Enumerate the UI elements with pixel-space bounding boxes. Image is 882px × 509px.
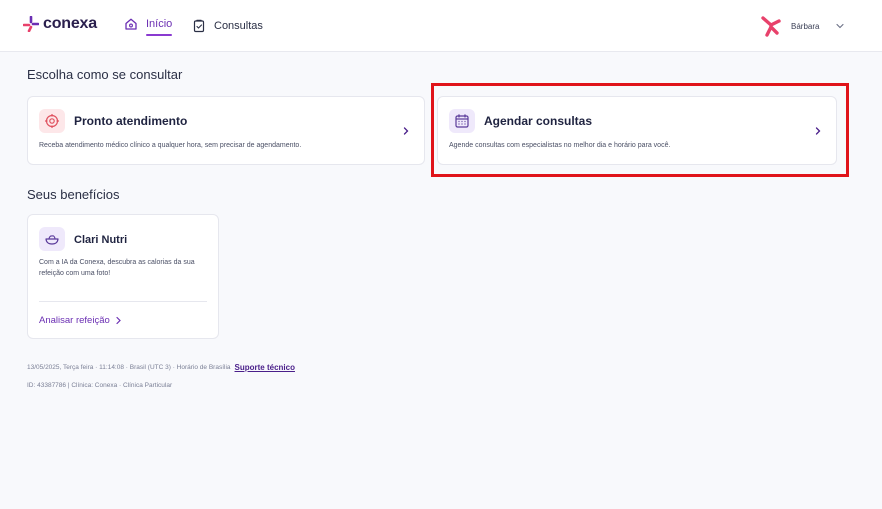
card-title: Agendar consultas	[484, 114, 593, 128]
suporte-tecnico-link[interactable]: Suporte técnico	[235, 363, 295, 372]
pronto-atendimento-card[interactable]: Pronto atendimento Receba atendimento mé…	[27, 96, 425, 165]
target-icon	[39, 109, 65, 133]
clipboard-icon	[193, 19, 205, 33]
footer-info: 13/05/2025, Terça feira · 11:14:08 · Bra…	[27, 363, 295, 372]
chevron-right-icon	[116, 316, 121, 325]
nav-item-consultas[interactable]: Consultas	[192, 19, 263, 33]
conexa-logo-icon	[23, 16, 39, 32]
active-tab-underline	[146, 34, 173, 36]
logo-text: conexa	[43, 15, 97, 32]
benefits-section-title: Seus benefícios	[27, 187, 120, 202]
user-menu[interactable]: Bárbara	[759, 14, 845, 38]
card-title: Pronto atendimento	[74, 114, 188, 128]
footer-ids: ID: 43387786 | Clínica: Conexa · Clínica…	[27, 382, 173, 389]
top-header: conexa Início Consultas Bárbara	[0, 0, 882, 52]
chevron-down-icon[interactable]	[835, 21, 845, 31]
card-description: Receba atendimento médico clínico a qual…	[39, 142, 302, 149]
nav-inicio-label: Início	[146, 18, 173, 36]
divider	[39, 301, 207, 302]
analisar-refeicao-link[interactable]: Analisar refeição	[39, 315, 122, 326]
clari-nutri-card: Clari Nutri Com a IA da Conexa, descubra…	[27, 214, 219, 339]
bowl-icon	[39, 227, 65, 251]
benefit-title: Clari Nutri	[74, 234, 128, 246]
agendar-consultas-card[interactable]: Agendar consultas Agende consultas com e…	[437, 96, 837, 165]
link-label: Analisar refeição	[39, 315, 110, 326]
nav-consultas-label: Consultas	[214, 20, 263, 32]
user-avatar-icon	[761, 16, 781, 37]
calendar-icon	[449, 109, 475, 133]
conexa-logo[interactable]: conexa	[23, 15, 97, 33]
card-description: Agende consultas com especialistas no me…	[449, 142, 671, 149]
home-icon	[125, 18, 137, 30]
chevron-right-icon	[403, 127, 409, 135]
benefit-description: Com a IA da Conexa, descubra as calorias…	[39, 259, 195, 277]
user-name: Bárbara	[791, 21, 820, 31]
chevron-right-icon	[815, 127, 821, 135]
choose-section-title: Escolha como se consultar	[27, 67, 183, 82]
nav-item-inicio[interactable]: Início	[124, 17, 173, 36]
footer-datetime: 13/05/2025, Terça feira · 11:14:08 · Bra…	[27, 364, 231, 371]
